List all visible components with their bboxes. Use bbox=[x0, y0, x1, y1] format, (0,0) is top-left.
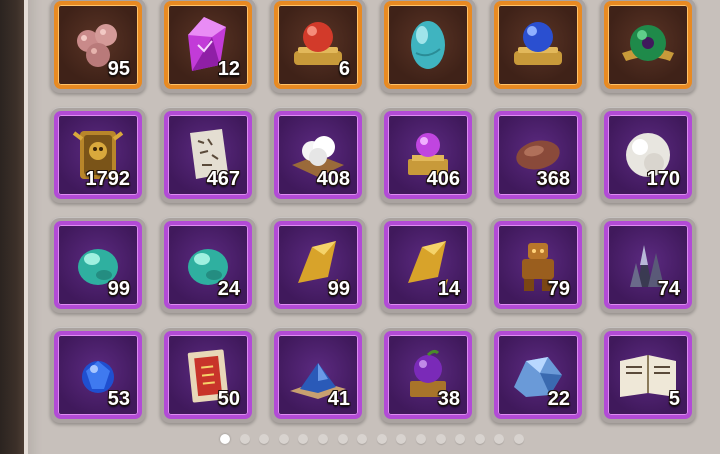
inventory-slot[interactable]: 99 bbox=[50, 217, 146, 313]
orange-rarity-frame: 6 bbox=[274, 1, 362, 89]
purple-rarity-frame: 368 bbox=[494, 111, 582, 199]
purple-rarity-frame: 53 bbox=[54, 331, 142, 419]
inventory-slot[interactable]: 22 bbox=[490, 327, 586, 423]
item-count: 53 bbox=[107, 388, 130, 410]
item-count: 79 bbox=[547, 278, 570, 300]
item-count: 6 bbox=[338, 58, 350, 80]
inventory-slot[interactable]: 53 bbox=[50, 327, 146, 423]
inventory-slot[interactable] bbox=[490, 0, 586, 93]
item-count: 99 bbox=[107, 278, 130, 300]
inventory-slot[interactable]: 79 bbox=[490, 217, 586, 313]
teal-egg-icon bbox=[388, 5, 468, 85]
purple-rarity-frame: 50 bbox=[164, 331, 252, 419]
item-count: 408 bbox=[316, 168, 350, 190]
inventory-slot[interactable]: 50 bbox=[160, 327, 256, 423]
purple-rarity-frame: 1792 bbox=[54, 111, 142, 199]
inventory-slot[interactable]: 368 bbox=[490, 107, 586, 203]
purple-rarity-frame: 5 bbox=[604, 331, 692, 419]
inventory-slot[interactable]: 5 bbox=[600, 327, 696, 423]
inventory-slot[interactable]: 467 bbox=[160, 107, 256, 203]
page-dot[interactable] bbox=[318, 434, 328, 444]
item-count: 406 bbox=[426, 168, 460, 190]
item-count: 24 bbox=[217, 278, 240, 300]
inventory-slot[interactable]: 24 bbox=[160, 217, 256, 313]
inventory-slot[interactable]: 1792 bbox=[50, 107, 146, 203]
jade-disc-icon bbox=[608, 5, 688, 85]
purple-rarity-frame: 406 bbox=[384, 111, 472, 199]
item-count: 99 bbox=[327, 278, 350, 300]
inventory-slot[interactable]: 41 bbox=[270, 327, 366, 423]
purple-rarity-frame: 22 bbox=[494, 331, 582, 419]
inventory-slot[interactable]: 12 bbox=[160, 0, 256, 93]
inventory-slot[interactable]: 99 bbox=[270, 217, 366, 313]
inventory-slot[interactable]: 406 bbox=[380, 107, 476, 203]
purple-rarity-frame: 408 bbox=[274, 111, 362, 199]
inventory-slot[interactable]: 38 bbox=[380, 327, 476, 423]
item-count: 38 bbox=[437, 388, 460, 410]
purple-rarity-frame: 74 bbox=[604, 221, 692, 309]
page-dot[interactable] bbox=[514, 434, 524, 444]
item-count: 95 bbox=[107, 58, 130, 80]
item-count: 50 bbox=[217, 388, 240, 410]
item-count: 14 bbox=[437, 278, 460, 300]
purple-rarity-frame: 24 bbox=[164, 221, 252, 309]
orange-rarity-frame: 12 bbox=[164, 1, 252, 89]
inventory-slot[interactable]: 170 bbox=[600, 107, 696, 203]
blue-orb-on-stand-icon bbox=[498, 5, 578, 85]
purple-rarity-frame: 41 bbox=[274, 331, 362, 419]
item-count: 5 bbox=[668, 388, 680, 410]
inventory-slot[interactable] bbox=[380, 0, 476, 93]
purple-rarity-frame: 99 bbox=[274, 221, 362, 309]
page-dot[interactable] bbox=[220, 434, 230, 444]
inventory-slot[interactable]: 74 bbox=[600, 217, 696, 313]
inventory-slot[interactable]: 95 bbox=[50, 0, 146, 93]
purple-rarity-frame: 14 bbox=[384, 221, 472, 309]
inventory-slot[interactable]: 408 bbox=[270, 107, 366, 203]
page-dot[interactable] bbox=[278, 434, 289, 444]
item-count: 12 bbox=[217, 58, 240, 80]
purple-rarity-frame: 99 bbox=[54, 221, 142, 309]
inventory-slot[interactable] bbox=[600, 0, 696, 93]
purple-rarity-frame: 79 bbox=[494, 221, 582, 309]
left-background-strip bbox=[0, 0, 24, 454]
orange-rarity-frame bbox=[604, 1, 692, 89]
item-count: 22 bbox=[547, 388, 570, 410]
orange-rarity-frame bbox=[494, 1, 582, 89]
inventory-slot[interactable]: 14 bbox=[380, 217, 476, 313]
page-dot[interactable] bbox=[416, 434, 426, 444]
item-count: 368 bbox=[536, 168, 570, 190]
item-count: 467 bbox=[206, 168, 240, 190]
item-count: 1792 bbox=[85, 168, 131, 190]
page-dot[interactable] bbox=[337, 434, 348, 444]
page-dot[interactable] bbox=[474, 434, 485, 444]
item-count: 74 bbox=[657, 278, 680, 300]
item-count: 41 bbox=[327, 388, 350, 410]
inventory-screen: 95 12 6 1792 467 408 406 368 170 99 24 9… bbox=[0, 0, 720, 454]
orange-rarity-frame: 95 bbox=[54, 1, 142, 89]
inventory-slot[interactable]: 6 bbox=[270, 0, 366, 93]
page-dot[interactable] bbox=[239, 434, 250, 444]
purple-rarity-frame: 38 bbox=[384, 331, 472, 419]
page-dot[interactable] bbox=[376, 434, 387, 444]
orange-rarity-frame bbox=[384, 1, 472, 89]
page-dot[interactable] bbox=[435, 434, 446, 444]
purple-rarity-frame: 467 bbox=[164, 111, 252, 199]
purple-rarity-frame: 170 bbox=[604, 111, 692, 199]
item-count: 170 bbox=[646, 168, 680, 190]
